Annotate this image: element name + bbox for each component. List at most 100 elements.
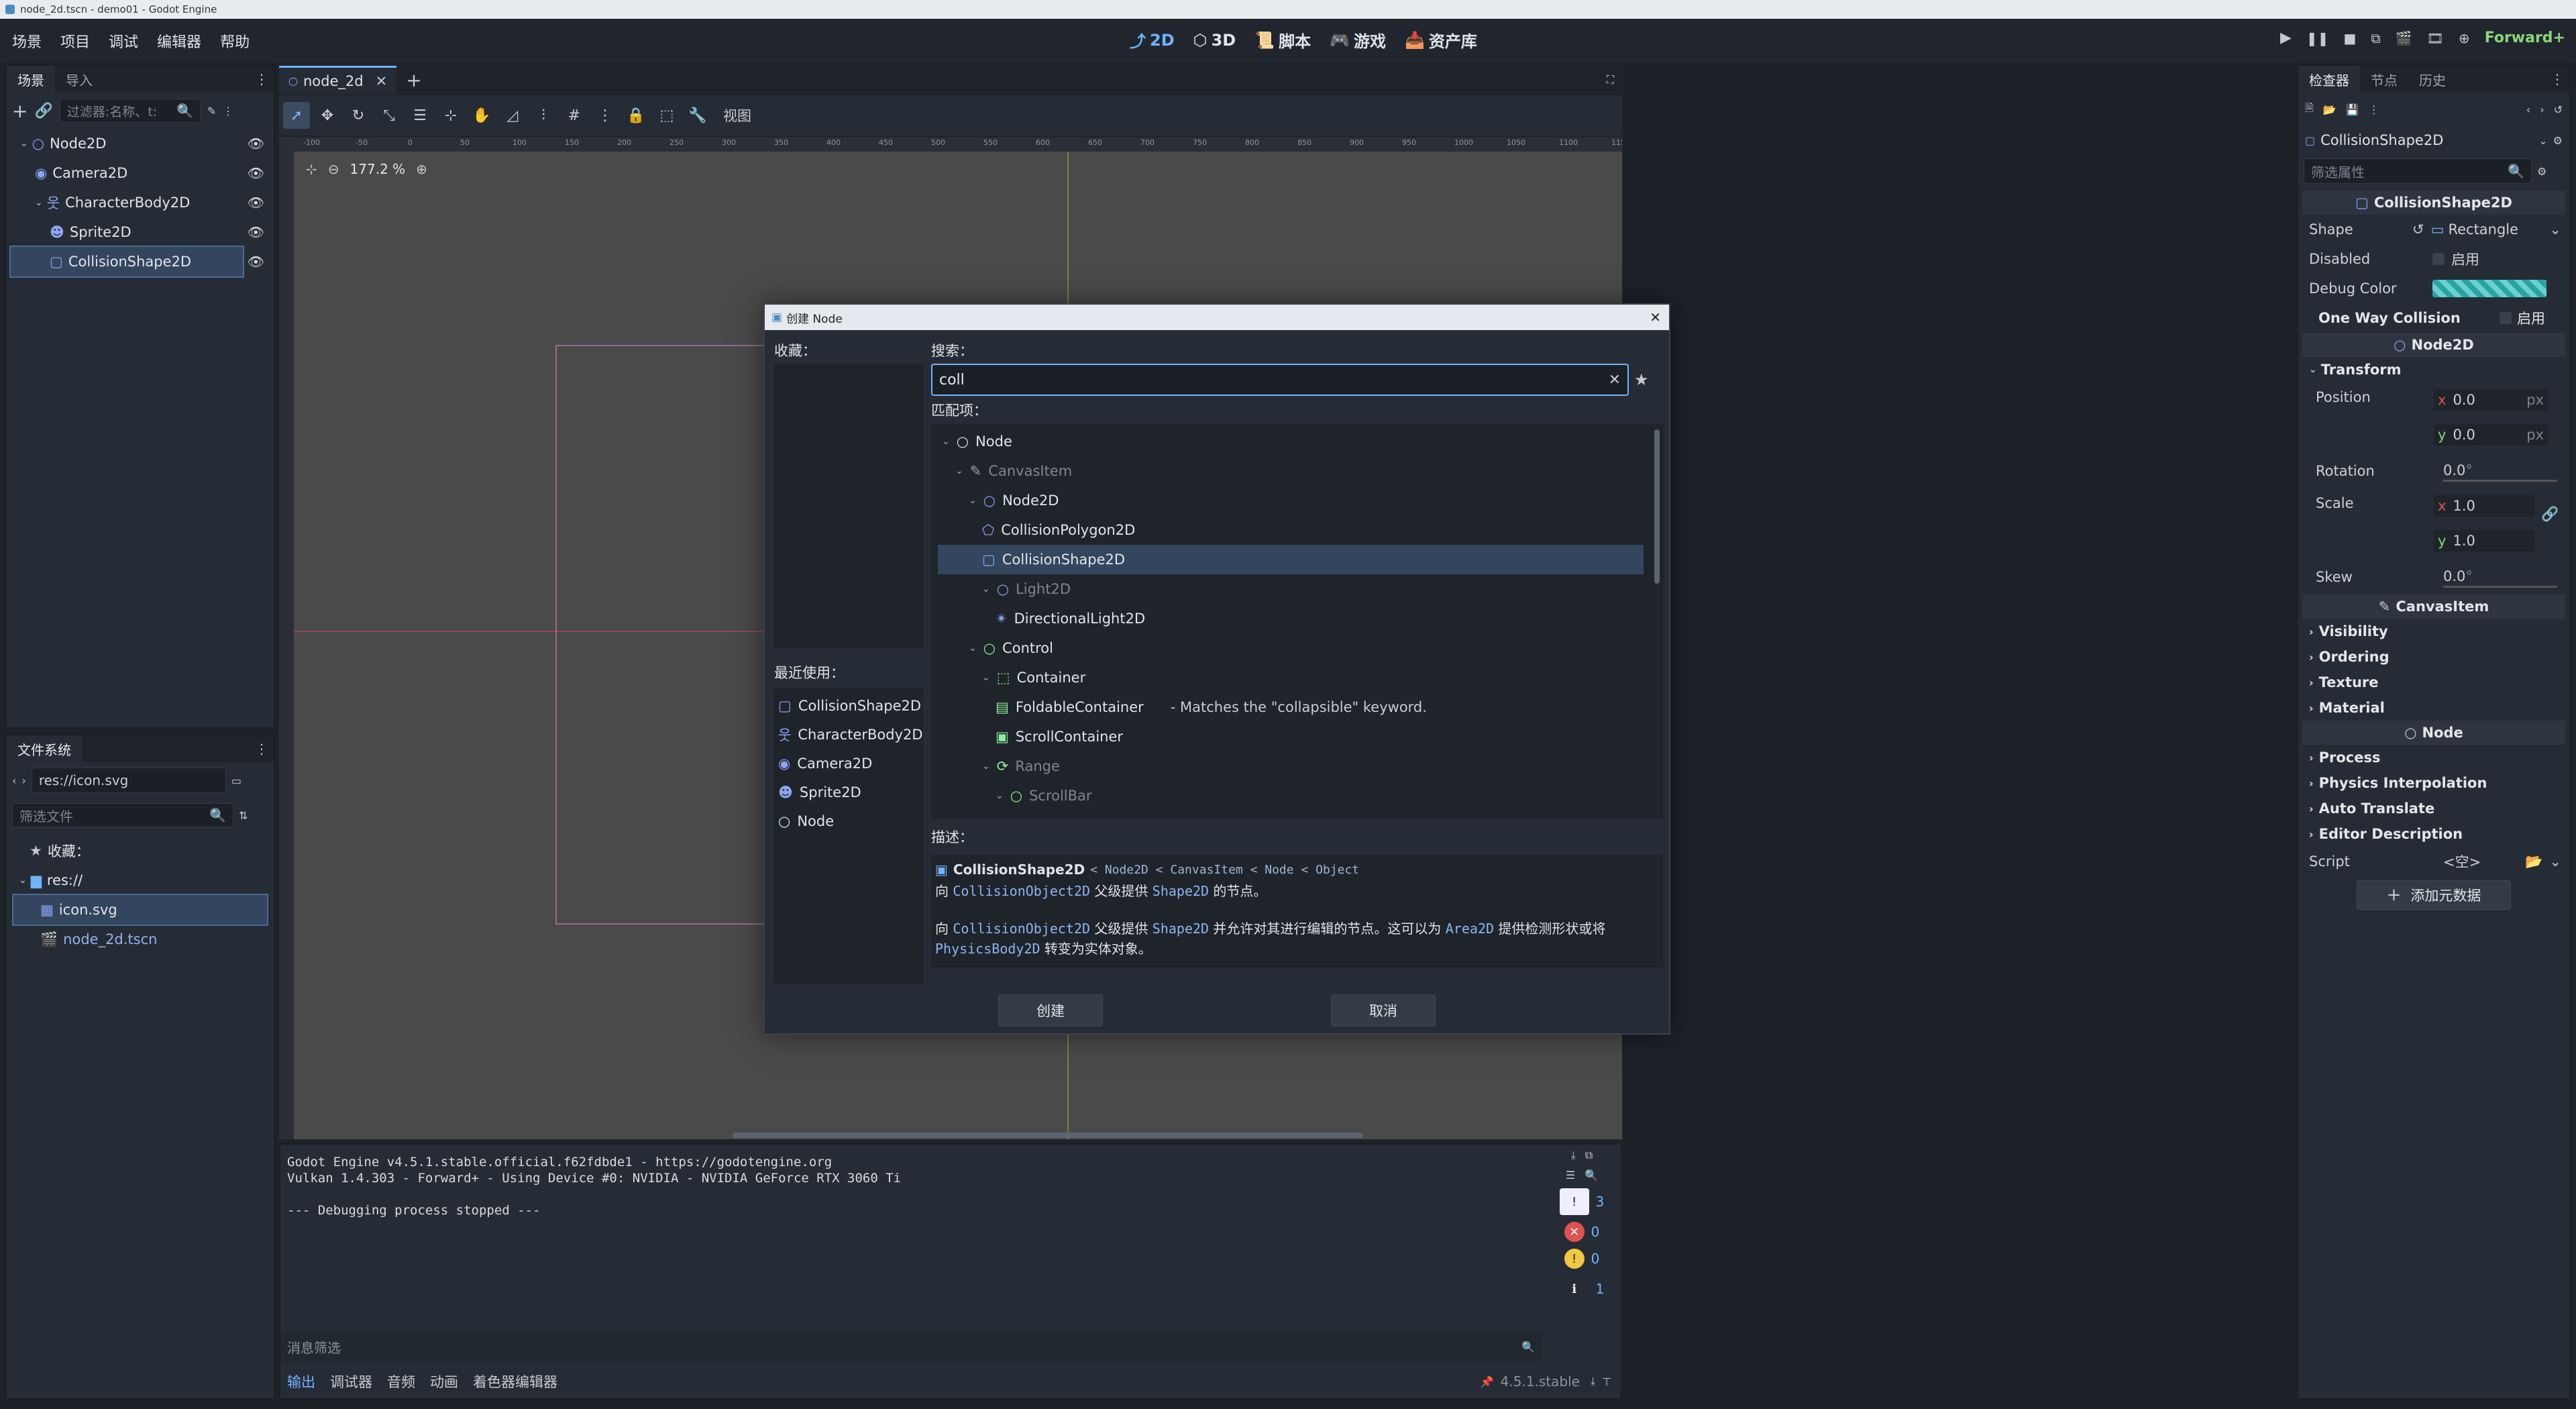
- new-resource-icon[interactable]: 🗎: [2305, 101, 2314, 119]
- move-tool-icon[interactable]: ✥: [314, 102, 341, 129]
- play-custom-icon[interactable]: 🎞: [2427, 30, 2444, 46]
- close-icon[interactable]: ✕: [376, 73, 388, 89]
- shape-resource-picker[interactable]: ▭ Rectangle: [2431, 221, 2518, 238]
- inspector-section[interactable]: › Texture: [2302, 670, 2565, 695]
- inspector-section[interactable]: › Material: [2302, 695, 2565, 721]
- menu-0[interactable]: 场景: [12, 30, 42, 52]
- object-selector[interactable]: ▢ CollisionShape2D ⌄ ⚙: [2298, 126, 2569, 154]
- match-item[interactable]: ⌄ ⟳ Range: [938, 751, 1644, 781]
- favorites-row[interactable]: ★ 收藏：: [13, 836, 267, 866]
- settings-icon[interactable]: ⚙: [2537, 165, 2546, 178]
- chevron-down-icon[interactable]: ⌄: [982, 584, 990, 594]
- grid-snap-icon[interactable]: #: [561, 102, 588, 129]
- scene-filter-input[interactable]: 过滤器:名称、t: 🔍: [59, 99, 201, 123]
- bottom-tab[interactable]: 着色器编辑器: [473, 1371, 557, 1392]
- zoom-in-icon[interactable]: ⊕: [416, 161, 427, 177]
- tab-scene[interactable]: 场景: [7, 66, 55, 93]
- inspector-section[interactable]: › Auto Translate: [2302, 796, 2565, 821]
- match-item[interactable]: ▣ ScrollContainer: [938, 722, 1644, 751]
- warning-count[interactable]: ! 0: [1564, 1249, 1599, 1269]
- res-root-row[interactable]: ⌄ ▆ res://: [13, 866, 267, 895]
- file-filter-input[interactable]: 筛选文件 🔍: [12, 803, 233, 827]
- recent-item[interactable]: ☻ Sprite2D: [778, 778, 919, 806]
- pin-icon[interactable]: ⤓: [1591, 1375, 1595, 1388]
- sort-icon[interactable]: ⇅: [239, 809, 248, 822]
- visibility-eye-icon[interactable]: 👁: [248, 254, 264, 270]
- scene-node[interactable]: ☻ Sprite2D: [11, 217, 243, 247]
- inspector-section[interactable]: › Editor Description: [2302, 821, 2565, 847]
- workspace-0[interactable]: ⤴ 2D: [1130, 28, 1175, 52]
- script-value[interactable]: <空>: [2443, 851, 2481, 872]
- match-item[interactable]: ▤ FoldableContainer - Matches the "collaps…: [938, 692, 1644, 722]
- editor-message-count[interactable]: ℹ1: [1560, 1275, 1604, 1302]
- forward-icon[interactable]: ›: [2540, 103, 2544, 116]
- match-item[interactable]: ⌄ ○ Node2D: [938, 486, 1644, 515]
- dock-menu-icon[interactable]: ⋮: [255, 71, 268, 87]
- menu-2[interactable]: 调试: [109, 30, 138, 52]
- inspector-section[interactable]: › Visibility: [2302, 619, 2565, 644]
- distraction-free-icon[interactable]: ⛶: [1607, 73, 1614, 87]
- match-item[interactable]: ▢ CollisionShape2D: [938, 545, 1644, 574]
- bottom-tab[interactable]: 输出: [287, 1371, 315, 1392]
- add-tab-icon[interactable]: +: [406, 69, 421, 91]
- workspace-2[interactable]: 📜 脚本: [1254, 28, 1311, 52]
- layout-icon[interactable]: ⊤: [1602, 1375, 1611, 1388]
- chevron-down-icon[interactable]: ⌄: [2549, 853, 2561, 870]
- skew-slider[interactable]: 0.0 °: [2443, 566, 2557, 588]
- recent-item[interactable]: 웃 CharacterBody2D: [778, 720, 923, 749]
- visibility-eye-icon[interactable]: 👁: [248, 165, 264, 181]
- open-icon[interactable]: 📂: [2323, 103, 2337, 116]
- rotation-slider[interactable]: 0.0 °: [2443, 460, 2557, 482]
- pan-tool-icon[interactable]: ✋: [468, 102, 495, 129]
- visibility-eye-icon[interactable]: 👁: [248, 224, 264, 240]
- match-item[interactable]: ⌄ ✎ CanvasItem: [938, 456, 1644, 486]
- recent-item[interactable]: ▢ CollisionShape2D: [778, 691, 921, 720]
- output-filter[interactable]: 消息筛选 🔍: [280, 1331, 1542, 1362]
- more-icon[interactable]: ⋮: [2369, 103, 2379, 116]
- scene-node[interactable]: ◉ Camera2D: [11, 158, 243, 188]
- chevron-down-icon[interactable]: ⌄: [955, 466, 963, 476]
- bone-icon[interactable]: 🔧: [684, 102, 711, 129]
- chevron-down-icon[interactable]: ⌄: [982, 672, 990, 683]
- class-header-node[interactable]: ○ Node: [2302, 721, 2565, 745]
- center-view-icon[interactable]: ⊹: [306, 161, 317, 177]
- inspector-section[interactable]: › Process: [2302, 745, 2565, 770]
- match-item[interactable]: ⌄ ○ Node: [938, 427, 1644, 456]
- chevron-down-icon[interactable]: ⌄: [942, 436, 950, 447]
- scale-x-field[interactable]: x 1.0: [2434, 495, 2534, 517]
- inspector-tab[interactable]: 历史: [2408, 66, 2457, 93]
- workspace-3[interactable]: 🎮 游戏: [1330, 28, 1386, 52]
- inspector-section[interactable]: › Physics Interpolation: [2302, 770, 2565, 796]
- split-view-icon[interactable]: ▭: [231, 774, 241, 787]
- search-icon[interactable]: 🔍: [1585, 1169, 1598, 1182]
- visibility-eye-icon[interactable]: 👁: [248, 195, 264, 211]
- debug-color-swatch[interactable]: [2432, 280, 2546, 297]
- rotate-tool-icon[interactable]: ↻: [345, 102, 372, 129]
- chevron-down-icon[interactable]: ⌄: [20, 138, 28, 149]
- bottom-tab[interactable]: 音频: [387, 1371, 415, 1392]
- scale-y-field[interactable]: y 1.0: [2434, 530, 2534, 552]
- favorites-list[interactable]: [774, 364, 923, 648]
- reset-icon[interactable]: ↺: [2412, 221, 2424, 238]
- movie-maker-icon[interactable]: ⊕: [2459, 30, 2470, 46]
- match-item[interactable]: ⌄ ○ ScrollBar: [938, 781, 1644, 811]
- cancel-button[interactable]: 取消: [1331, 994, 1436, 1027]
- menu-1[interactable]: 项目: [60, 30, 90, 52]
- group-icon[interactable]: ⬚: [653, 102, 680, 129]
- workspace-1[interactable]: ⬡ 3D: [1193, 31, 1236, 50]
- one-way-checkbox[interactable]: [2500, 312, 2512, 324]
- script-icon[interactable]: ⚙: [2553, 134, 2563, 147]
- chevron-down-icon[interactable]: ⌄: [35, 197, 43, 208]
- more-icon[interactable]: ⋮: [223, 105, 233, 117]
- remote-debug-icon[interactable]: ⧉: [2371, 30, 2380, 46]
- chevron-down-icon[interactable]: ⌄: [996, 790, 1004, 801]
- matches-scrollbar[interactable]: [1654, 429, 1660, 584]
- dock-menu-icon[interactable]: ⋮: [2551, 71, 2564, 87]
- clear-icon[interactable]: ✕: [1609, 372, 1621, 388]
- pause-icon[interactable]: ❚❚: [2306, 30, 2329, 46]
- scene-node[interactable]: ⌄ ○ Node2D: [11, 129, 243, 158]
- property-filter-input[interactable]: 筛选属性 🔍: [2304, 158, 2532, 184]
- error-count[interactable]: ✕ 0: [1564, 1222, 1599, 1242]
- collapse-icon[interactable]: ☰: [1566, 1169, 1575, 1182]
- favorite-star-icon[interactable]: ★: [1634, 370, 1649, 389]
